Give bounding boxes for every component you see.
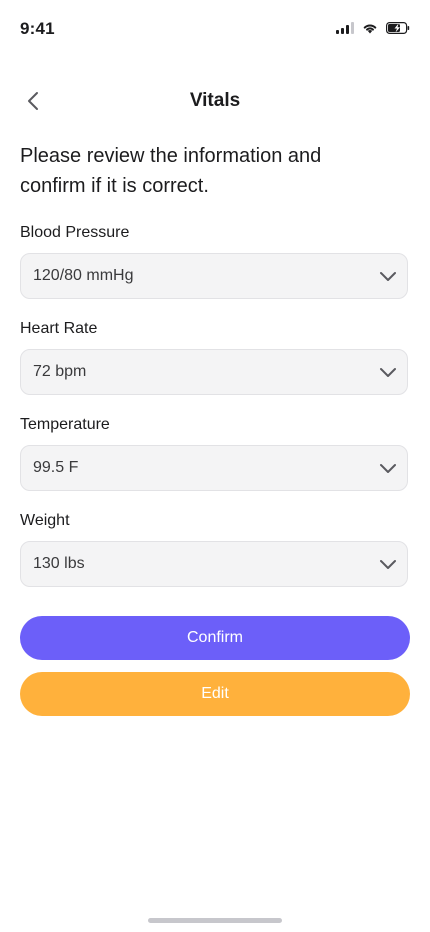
status-time: 9:41 <box>20 19 55 38</box>
edit-button[interactable]: Edit <box>20 672 410 716</box>
weight-value: 130 lbs <box>33 555 85 572</box>
heart-rate-value: 72 bpm <box>33 363 87 380</box>
temperature-select[interactable]: 99.5 F <box>20 445 408 491</box>
chevron-down-icon <box>380 464 396 473</box>
status-icons <box>336 22 410 34</box>
wifi-icon <box>363 24 377 34</box>
blood-pressure-select[interactable]: 120/80 mmHg <box>20 253 408 299</box>
chevron-down-icon <box>380 368 396 377</box>
temperature-label: Temperature <box>20 416 110 433</box>
status-bar: 9:41 <box>0 0 430 56</box>
blood-pressure-value: 120/80 mmHg <box>33 267 134 284</box>
chevron-down-icon <box>380 272 396 281</box>
blood-pressure-label: Blood Pressure <box>20 224 130 241</box>
temperature-value: 99.5 F <box>33 459 79 476</box>
weight-select[interactable]: 130 lbs <box>20 541 408 587</box>
confirm-button[interactable]: Confirm <box>20 616 410 660</box>
heart-rate-select[interactable]: 72 bpm <box>20 349 408 395</box>
home-indicator <box>148 918 282 923</box>
navigation-bar: Vitals <box>0 78 430 124</box>
heart-rate-label: Heart Rate <box>20 320 98 337</box>
chevron-down-icon <box>380 560 396 569</box>
battery-charging-icon <box>386 22 410 34</box>
intro-text: Please review the information and confir… <box>20 145 322 197</box>
page-title: Vitals <box>189 90 241 111</box>
cellular-signal-icon <box>336 22 354 34</box>
weight-label: Weight <box>20 512 70 529</box>
